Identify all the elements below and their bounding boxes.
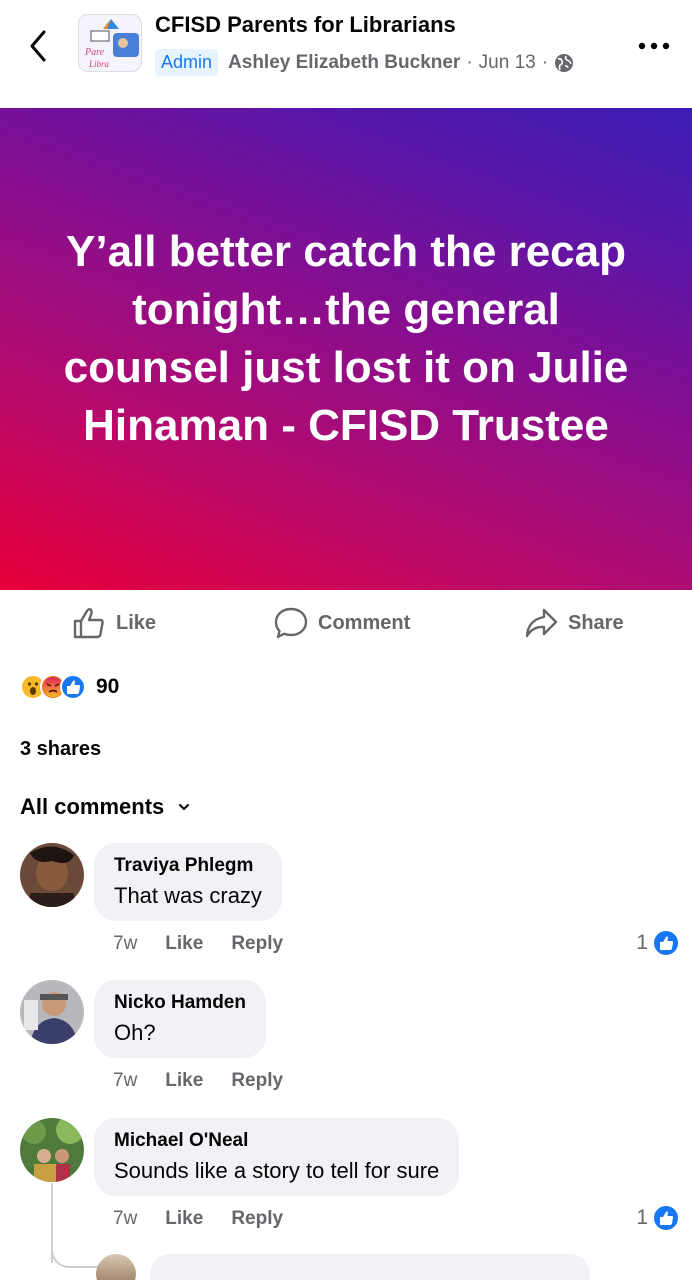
comment-reaction-count: 1 (636, 1206, 648, 1229)
post-text: Y’all better catch the recap tonight…the… (63, 227, 629, 450)
separator: · (466, 51, 473, 73)
comment-meta: 7w Like Reply (113, 1208, 311, 1230)
comment-label: Comment (318, 611, 411, 634)
post-background[interactable]: Y’all better catch the recap tonight…the… (0, 108, 692, 590)
post-action-bar: Like Comment Share (0, 600, 692, 646)
share-button[interactable]: Share (524, 600, 624, 646)
globe-icon (555, 53, 574, 72)
comments-filter[interactable]: All comments (20, 794, 190, 820)
comment-meta: 7w Like Reply (113, 933, 311, 955)
share-label: Share (568, 611, 624, 634)
like-label: Like (116, 611, 157, 634)
comment-bubble[interactable]: Nicko Hamden Oh? (94, 980, 266, 1058)
group-name[interactable]: CFISD Parents for Librarians (155, 12, 456, 38)
like-reaction-icon (652, 929, 680, 957)
like-reaction-icon (60, 674, 86, 700)
like-button[interactable]: Like (72, 600, 156, 646)
like-reaction-icon (652, 1204, 680, 1232)
comment-text: That was crazy (114, 883, 262, 908)
avatar[interactable] (20, 1118, 84, 1182)
commenter-name[interactable]: Michael O'Neal (114, 1130, 439, 1152)
comment-time: 7w (113, 1208, 138, 1229)
group-avatar[interactable]: Pare Libra (78, 14, 142, 72)
share-arrow-icon (525, 608, 558, 638)
commenter-name[interactable]: Traviya Phlegm (114, 855, 262, 877)
comments-filter-label: All comments (20, 794, 165, 819)
comment-reply-button[interactable]: Reply (231, 1208, 283, 1230)
more-horizontal-icon (638, 42, 670, 50)
post-header: Pare Libra CFISD Parents for Librarians … (0, 0, 692, 108)
comment-time: 7w (113, 1070, 138, 1091)
chevron-left-icon (30, 30, 46, 62)
reply-thread-connector (51, 1240, 101, 1268)
reply-comment-bubble[interactable] (150, 1254, 590, 1280)
shares-count[interactable]: 3 shares (20, 738, 101, 761)
avatar[interactable] (20, 843, 84, 907)
commenter-name[interactable]: Nicko Hamden (114, 992, 246, 1014)
admin-badge: Admin (155, 49, 219, 76)
svg-text:Pare: Pare (84, 47, 105, 58)
comment-meta: 7w Like Reply (113, 1070, 311, 1092)
avatar[interactable] (96, 1254, 136, 1280)
post-date[interactable]: Jun 13 (479, 52, 536, 74)
post-meta: Admin Ashley Elizabeth Buckner · Jun 13 … (155, 49, 574, 76)
thumbs-up-icon (73, 608, 104, 639)
chevron-down-icon (179, 804, 190, 811)
comment-time: 7w (113, 933, 138, 954)
comment-reaction[interactable]: 1 (636, 1204, 680, 1232)
comment-bubble[interactable]: Traviya Phlegm That was crazy (94, 843, 282, 921)
reaction-count: 90 (96, 675, 120, 698)
comment-text: Sounds like a story to tell for sure (114, 1158, 440, 1183)
comment-reply-button[interactable]: Reply (231, 933, 283, 955)
comment-reaction-count: 1 (636, 931, 648, 954)
comment-reply-button[interactable]: Reply (231, 1070, 283, 1092)
comment-bubble-icon (274, 607, 308, 639)
comment-bubble[interactable]: Michael O'Neal Sounds like a story to te… (94, 1118, 460, 1196)
reactions-summary[interactable]: 90 (20, 672, 119, 702)
more-options-button[interactable] (636, 28, 672, 64)
comment-button[interactable]: Comment (274, 600, 410, 646)
comment-text: Oh? (114, 1020, 156, 1045)
comment-like-button[interactable]: Like (165, 933, 203, 955)
svg-text:Libra: Libra (88, 59, 110, 69)
avatar[interactable] (20, 980, 84, 1044)
comment-like-button[interactable]: Like (165, 1070, 203, 1092)
comment-reaction[interactable]: 1 (636, 929, 680, 957)
back-button[interactable] (22, 26, 54, 66)
comment-like-button[interactable]: Like (165, 1208, 203, 1230)
author-name[interactable]: Ashley Elizabeth Buckner (228, 52, 460, 74)
separator: · (541, 51, 549, 73)
